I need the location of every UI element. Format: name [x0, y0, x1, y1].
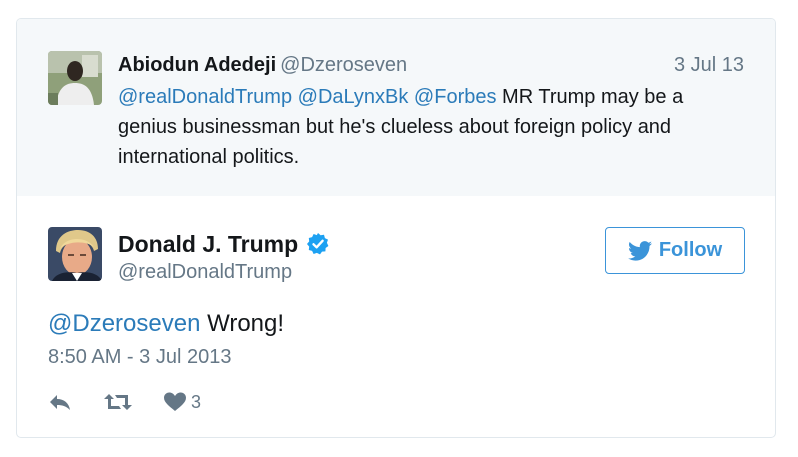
quoted-author-name[interactable]: Abiodun Adedeji [118, 54, 276, 76]
like-button[interactable]: 3 [164, 392, 201, 413]
heart-icon [164, 392, 186, 411]
quoted-tweet-header: Abiodun Adedeji @Dzeroseven [118, 53, 407, 77]
author-handle[interactable]: @realDonaldTrump [118, 260, 292, 284]
tweet-timestamp[interactable]: 8:50 AM - 3 Jul 2013 [48, 345, 231, 369]
retweet-button[interactable] [104, 392, 132, 412]
quoted-tweet-date[interactable]: 3 Jul 13 [674, 53, 744, 77]
quoted-tweet-text: @realDonaldTrump @DaLynxBk @Forbes MR Tr… [118, 82, 738, 172]
like-count: 3 [191, 391, 202, 412]
tweet-embed-card: Abiodun Adedeji @Dzeroseven 3 Jul 13 @rea… [16, 18, 776, 438]
mention-link[interactable]: @DaLynxBk [298, 86, 409, 108]
verified-badge-icon [306, 232, 330, 256]
tweet-body: Wrong! [207, 310, 285, 337]
reply-button[interactable] [48, 392, 72, 412]
follow-button-label: Follow [658, 239, 723, 261]
mention-link[interactable]: @Forbes [414, 86, 497, 108]
reply-icon [50, 395, 70, 410]
author-avatar[interactable] [48, 227, 102, 281]
twitter-bird-icon [627, 240, 652, 261]
quoted-tweet[interactable]: Abiodun Adedeji @Dzeroseven 3 Jul 13 @rea… [17, 19, 775, 196]
author-name[interactable]: Donald J. Trump [118, 230, 298, 258]
follow-button[interactable]: Follow [605, 227, 745, 274]
quoted-author-avatar[interactable] [48, 51, 102, 105]
tweet-actions: 3 [48, 389, 201, 415]
mention-link[interactable]: @realDonaldTrump [118, 86, 292, 108]
tweet-text: @Dzeroseven Wrong! [48, 309, 284, 339]
retweet-icon [104, 394, 132, 410]
reply-mention-link[interactable]: @Dzeroseven [48, 310, 200, 337]
author-name-row: Donald J. Trump [118, 230, 330, 258]
quoted-author-handle[interactable]: @Dzeroseven [280, 54, 407, 76]
